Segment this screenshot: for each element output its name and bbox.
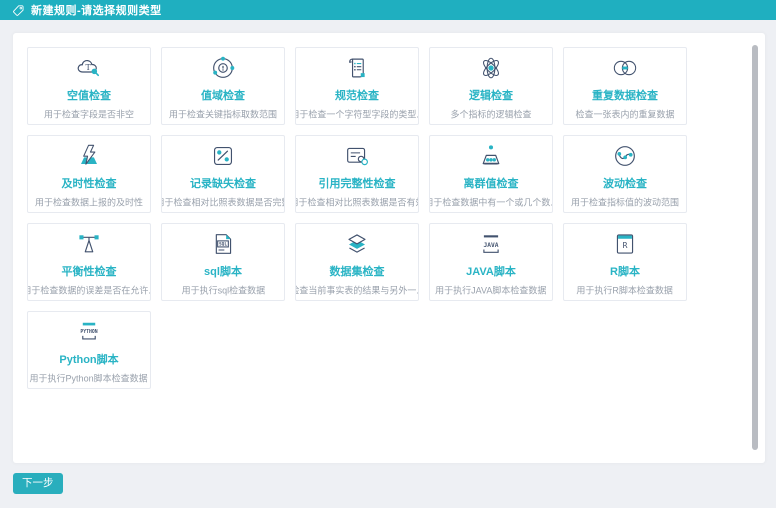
rule-card-description: 用于检查一个字符型字段的类型... — [295, 107, 419, 121]
rule-card[interactable]: 重复数据检查检查一张表内的重复数据 — [563, 47, 687, 125]
rule-card[interactable]: 波动检查用于检查指标值的波动范围 — [563, 135, 687, 213]
rule-card-description: 用于检查数据上报的及时性 — [35, 195, 143, 209]
balance-scale-icon — [72, 227, 106, 261]
rule-card[interactable]: R R脚本用于执行R脚本检查数据 — [563, 223, 687, 301]
rule-card-title: 波动检查 — [603, 175, 647, 191]
header-bar: 新建规则-请选择规则类型 — [0, 0, 776, 20]
rule-card-description: 用于执行sql检查数据 — [181, 283, 265, 297]
rule-card-description: 用于检查数据中有一个或几个数... — [429, 195, 553, 209]
link-reference-icon — [340, 139, 374, 173]
rule-card-description: 多个指标的逻辑检查 — [451, 107, 532, 121]
outlier-dots-icon — [474, 139, 508, 173]
rule-card-title: 记录缺失检查 — [190, 175, 256, 191]
rule-card-grid: T 空值检查用于检查字段是否非空 值域检查用于检查关键指标取数范围 规范检查用于… — [27, 47, 699, 389]
rule-card-title: 逻辑检查 — [469, 87, 513, 103]
rule-card-title: JAVA脚本 — [466, 263, 516, 279]
rule-card-description: 用于检查相对比照表数据是否完整 — [161, 195, 285, 209]
rule-card-title: Python脚本 — [59, 351, 118, 367]
rule-card-title: 数据集检查 — [330, 263, 385, 279]
value-range-icon — [206, 51, 240, 85]
rule-card[interactable]: 平衡性检查用于检查数据的误差是否在允许... — [27, 223, 151, 301]
svg-text:SQL: SQL — [219, 242, 227, 248]
rule-card-title: 规范检查 — [335, 87, 379, 103]
rule-card-title: 空值检查 — [67, 87, 111, 103]
java-brackets-icon: JAVA — [474, 227, 508, 261]
next-step-button[interactable]: 下一步 — [13, 473, 63, 494]
rule-card[interactable]: 及时性检查用于检查数据上报的及时性 — [27, 135, 151, 213]
spec-document-icon — [340, 51, 374, 85]
svg-text:PYTHON: PYTHON — [80, 329, 97, 335]
rule-card-title: 引用完整性检查 — [319, 175, 396, 191]
layers-dataset-icon — [340, 227, 374, 261]
rule-card-title: 值域检查 — [201, 87, 245, 103]
rule-card-description: 用于执行R脚本检查数据 — [577, 283, 674, 297]
rule-card-description: 用于检查数据的误差是否在允许... — [27, 283, 151, 297]
python-brackets-icon: PYTHON — [72, 315, 106, 349]
page-title: 新建规则-请选择规则类型 — [31, 2, 162, 18]
rule-card-description: 用于检查指标值的波动范围 — [571, 195, 679, 209]
rule-card-description: 用于检查字段是否非空 — [44, 107, 134, 121]
lightning-timeliness-icon — [72, 139, 106, 173]
rule-card-title: R脚本 — [610, 263, 640, 279]
svg-text:JAVA: JAVA — [484, 242, 499, 249]
wave-fluctuation-icon — [608, 139, 642, 173]
rule-card-description: 用于执行JAVA脚本检查数据 — [435, 283, 546, 297]
rule-card-description: 用于执行Python脚本检查数据 — [30, 371, 148, 385]
rule-card[interactable]: 引用完整性检查用于检查相对比照表数据是否有效 — [295, 135, 419, 213]
rule-card[interactable]: 逻辑检查多个指标的逻辑检查 — [429, 47, 553, 125]
svg-text:T: T — [85, 63, 91, 72]
rule-card[interactable]: 规范检查用于检查一个字符型字段的类型... — [295, 47, 419, 125]
rule-card-title: 及时性检查 — [62, 175, 117, 191]
percent-missing-icon — [206, 139, 240, 173]
sql-file-icon: SQL — [206, 227, 240, 261]
rule-card[interactable]: JAVA JAVA脚本用于执行JAVA脚本检查数据 — [429, 223, 553, 301]
svg-text:R: R — [623, 241, 628, 250]
rule-card-description: 检查一张表内的重复数据 — [576, 107, 675, 121]
rule-card-description: 检查当前事实表的结果与另外一... — [295, 283, 419, 297]
scrollbar-thumb[interactable] — [752, 45, 758, 450]
rule-card-description: 用于检查相对比照表数据是否有效 — [295, 195, 419, 209]
rule-card[interactable]: PYTHON Python脚本用于执行Python脚本检查数据 — [27, 311, 151, 389]
rule-card[interactable]: SQL sql脚本用于执行sql检查数据 — [161, 223, 285, 301]
logic-atom-icon — [474, 51, 508, 85]
rule-card-title: 平衡性检查 — [62, 263, 117, 279]
rule-card[interactable]: T 空值检查用于检查字段是否非空 — [27, 47, 151, 125]
rule-card[interactable]: 值域检查用于检查关键指标取数范围 — [161, 47, 285, 125]
rule-type-panel: T 空值检查用于检查字段是否非空 值域检查用于检查关键指标取数范围 规范检查用于… — [13, 33, 765, 463]
r-window-icon: R — [608, 227, 642, 261]
rule-card-title: 重复数据检查 — [592, 87, 658, 103]
venn-duplicate-icon — [608, 51, 642, 85]
rule-card-title: sql脚本 — [204, 263, 242, 279]
rule-card-title: 离群值检查 — [464, 175, 519, 191]
rule-card-description: 用于检查关键指标取数范围 — [169, 107, 277, 121]
tag-icon — [12, 4, 25, 17]
rule-card[interactable]: 记录缺失检查用于检查相对比照表数据是否完整 — [161, 135, 285, 213]
rule-card[interactable]: 数据集检查检查当前事实表的结果与另外一... — [295, 223, 419, 301]
cloud-null-icon: T — [72, 51, 106, 85]
rule-card[interactable]: 离群值检查用于检查数据中有一个或几个数... — [429, 135, 553, 213]
